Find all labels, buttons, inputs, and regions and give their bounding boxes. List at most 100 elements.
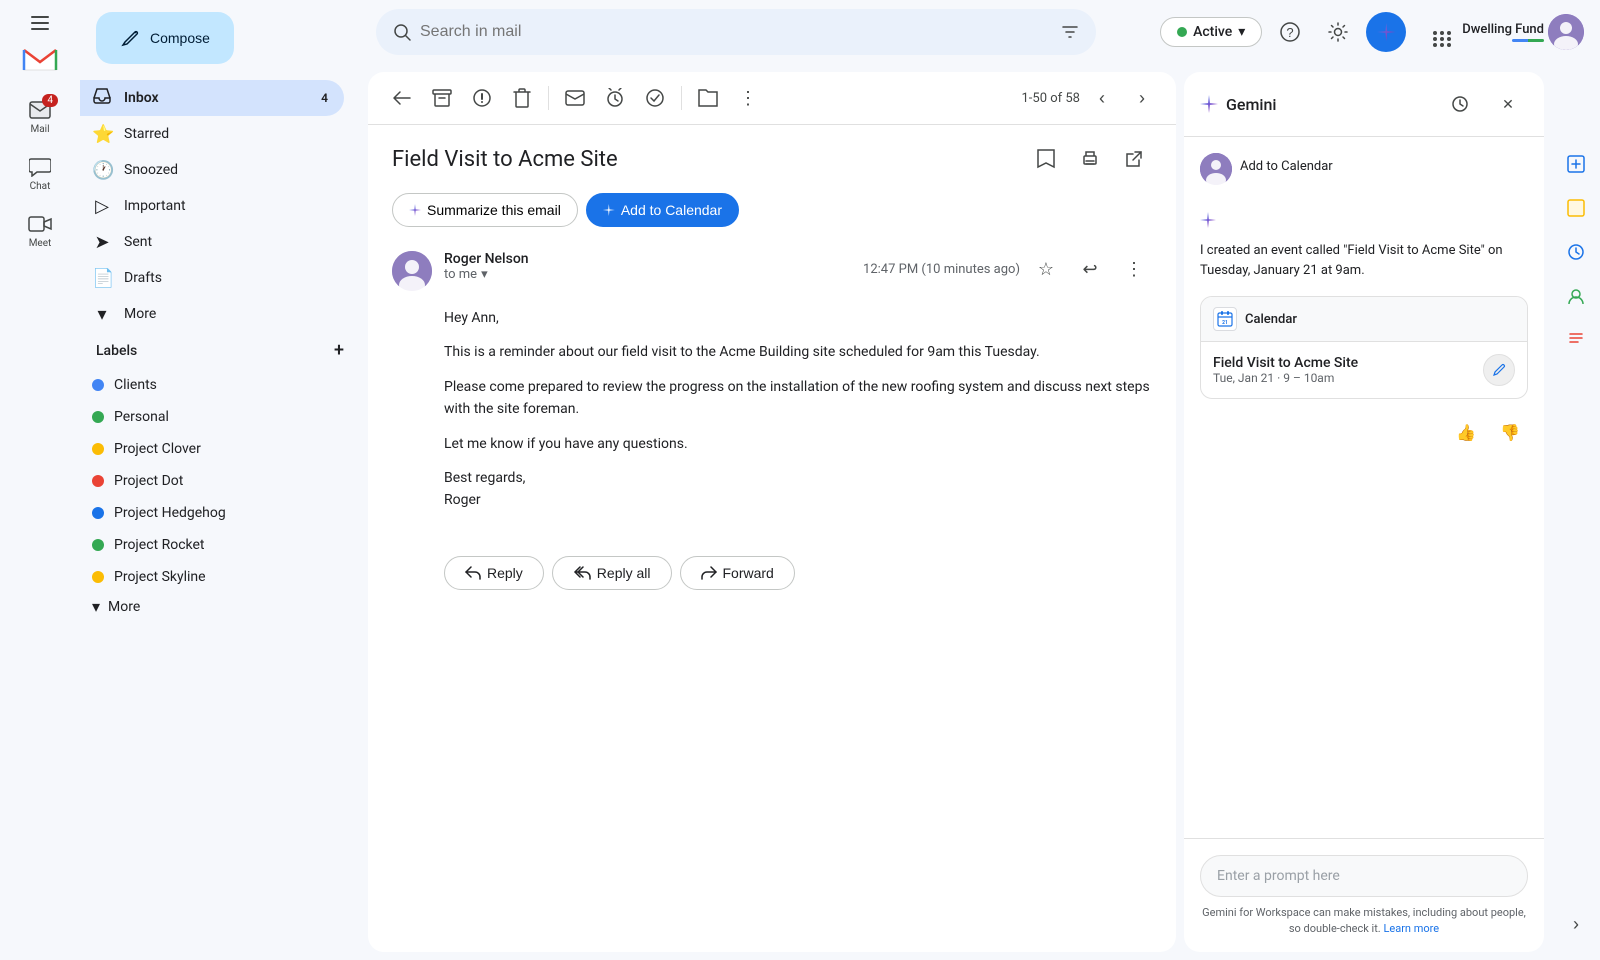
search-input[interactable]: [420, 23, 1052, 41]
reply-button[interactable]: Reply: [444, 556, 544, 590]
forward-label: Forward: [723, 565, 774, 581]
gemini-close-btn[interactable]: ✕: [1488, 84, 1528, 124]
nav-inbox[interactable]: Inbox 4: [80, 80, 344, 116]
summarize-label: Summarize this email: [427, 202, 561, 218]
labels-more-btn[interactable]: ▾ More: [80, 593, 360, 620]
gemini-history-btn[interactable]: [1440, 84, 1480, 124]
search-box[interactable]: [376, 9, 1096, 55]
right-icon-3[interactable]: [1556, 232, 1596, 272]
label-project-skyline[interactable]: Project Skyline: [80, 561, 344, 593]
status-chevron: ▾: [1238, 24, 1245, 40]
summarize-button[interactable]: Summarize this email: [392, 193, 578, 227]
snooze-button[interactable]: [597, 80, 633, 116]
right-side-icons: ›: [1552, 64, 1600, 960]
gemini-panel: Gemini ✕: [1184, 72, 1544, 952]
reply-label: Reply: [487, 565, 523, 581]
gemini-body: Add to Calendar I created an event calle…: [1184, 137, 1544, 838]
label-dot-clover: [92, 443, 104, 455]
expand-recipients-icon[interactable]: ▾: [481, 267, 488, 282]
add-to-calendar-label: Add to Calendar: [621, 202, 722, 218]
label-project-clover[interactable]: Project Clover: [80, 433, 344, 465]
more-message-button[interactable]: ⋮: [1116, 251, 1152, 287]
svg-text:21: 21: [1222, 320, 1228, 326]
sender-name: Roger Nelson: [444, 251, 851, 267]
rail-mail-label: Mail: [30, 124, 49, 135]
next-email-btn[interactable]: ›: [1124, 80, 1160, 116]
nav-more[interactable]: ▾ More: [80, 296, 344, 332]
rail-mail[interactable]: 4 Mail: [0, 90, 80, 143]
label-skyline-text: Project Skyline: [114, 569, 206, 585]
spam-button[interactable]: [464, 80, 500, 116]
avatar[interactable]: [1548, 14, 1584, 50]
label-project-rocket[interactable]: Project Rocket: [80, 529, 344, 561]
calendar-app-name: Calendar: [1245, 312, 1297, 327]
settings-button[interactable]: [1318, 12, 1358, 52]
nav-drafts[interactable]: 📄 Drafts: [80, 260, 344, 296]
gemini-prompt-input[interactable]: Enter a prompt here: [1200, 855, 1528, 897]
open-in-new-button[interactable]: [1116, 141, 1152, 177]
right-icon-4[interactable]: [1556, 276, 1596, 316]
gemini-fab-button[interactable]: [1366, 12, 1406, 52]
thumbs-down-button[interactable]: 👎: [1492, 415, 1528, 451]
thumbs-up-button[interactable]: 👍: [1448, 415, 1484, 451]
star-message-button[interactable]: ☆: [1028, 251, 1064, 287]
label-personal[interactable]: Personal: [80, 401, 344, 433]
reply-quick-button[interactable]: ↩: [1072, 251, 1108, 287]
nav-important[interactable]: ▷ Important: [80, 188, 344, 224]
gmail-logo[interactable]: [20, 42, 60, 86]
calendar-card: 21 Calendar Field Visit to Acme Site Tue…: [1200, 296, 1528, 399]
pagination-text: 1-50 of 58: [1021, 91, 1080, 106]
edit-event-button[interactable]: [1483, 354, 1515, 386]
nav-drafts-label: Drafts: [124, 270, 162, 286]
label-clients[interactable]: Clients: [80, 369, 344, 401]
back-button[interactable]: [384, 80, 420, 116]
move-to-button[interactable]: [690, 80, 726, 116]
add-task-button[interactable]: [637, 80, 673, 116]
nav-snoozed[interactable]: 🕐 Snoozed: [80, 152, 344, 188]
delete-button[interactable]: [504, 80, 540, 116]
rail-chat[interactable]: Chat: [0, 147, 80, 200]
nav-starred[interactable]: ⭐ Starred: [80, 116, 344, 152]
help-button[interactable]: ?: [1270, 12, 1310, 52]
forward-button[interactable]: Forward: [680, 556, 795, 590]
prev-email-btn[interactable]: ‹: [1084, 80, 1120, 116]
add-to-calendar-button[interactable]: Add to Calendar: [586, 193, 739, 227]
body-sign-off: Best regards, Roger: [444, 467, 1152, 512]
label-project-hedgehog[interactable]: Project Hedgehog: [80, 497, 344, 529]
nav-sent[interactable]: ➤ Sent: [80, 224, 344, 260]
inbox-icon: [92, 88, 112, 109]
body-sign-name: Roger: [444, 492, 481, 508]
calendar-event-row: Field Visit to Acme Site Tue, Jan 21 · 9…: [1201, 342, 1527, 398]
status-button[interactable]: Active ▾: [1160, 17, 1262, 47]
label-dot-dot: [92, 475, 104, 487]
gemini-user-message: Add to Calendar: [1200, 153, 1528, 185]
label-project-dot[interactable]: Project Dot: [80, 465, 344, 497]
label-rocket-text: Project Rocket: [114, 537, 204, 553]
hamburger-menu[interactable]: [23, 8, 57, 38]
bookmark-button[interactable]: [1028, 141, 1064, 177]
active-dot: [1177, 27, 1187, 37]
rail-meet[interactable]: Meet: [0, 204, 80, 257]
main-content: Active ▾ ?: [360, 0, 1600, 960]
compose-button[interactable]: Compose: [96, 12, 234, 64]
right-icon-5[interactable]: [1556, 320, 1596, 360]
expand-side-btn[interactable]: ›: [1556, 904, 1596, 944]
apps-button[interactable]: [1414, 12, 1454, 52]
email-unread-button[interactable]: [557, 80, 593, 116]
right-icon-2[interactable]: [1556, 188, 1596, 228]
more-toolbar-button[interactable]: ⋮: [730, 80, 766, 116]
right-icon-1[interactable]: [1556, 144, 1596, 184]
nav-important-label: Important: [124, 198, 186, 214]
gemini-sparkle-icon: [1200, 209, 1528, 233]
print-button[interactable]: [1072, 141, 1108, 177]
sender-to: to me: [444, 267, 477, 282]
message-body: Hey Ann, This is a reminder about our fi…: [392, 307, 1152, 512]
account-area[interactable]: Dwelling Fund: [1462, 14, 1584, 50]
learn-more-link[interactable]: Learn more: [1383, 922, 1439, 935]
snoozed-icon: 🕐: [92, 160, 112, 181]
mail-icon: 4: [28, 98, 52, 122]
add-label-btn[interactable]: +: [334, 340, 344, 361]
archive-button[interactable]: [424, 80, 460, 116]
reply-all-button[interactable]: Reply all: [552, 556, 672, 590]
search-filter-icon[interactable]: [1060, 22, 1080, 42]
